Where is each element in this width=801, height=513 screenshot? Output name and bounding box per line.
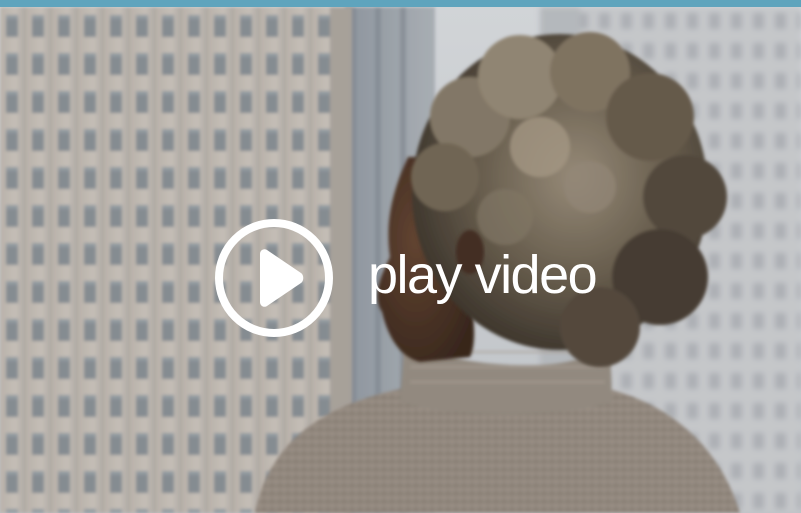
video-player[interactable]: play video bbox=[0, 0, 801, 513]
play-video-control[interactable]: play video bbox=[214, 218, 598, 338]
play-video-label[interactable]: play video bbox=[368, 248, 598, 302]
play-circle-icon[interactable] bbox=[214, 218, 334, 338]
top-accent-bar bbox=[0, 0, 801, 7]
